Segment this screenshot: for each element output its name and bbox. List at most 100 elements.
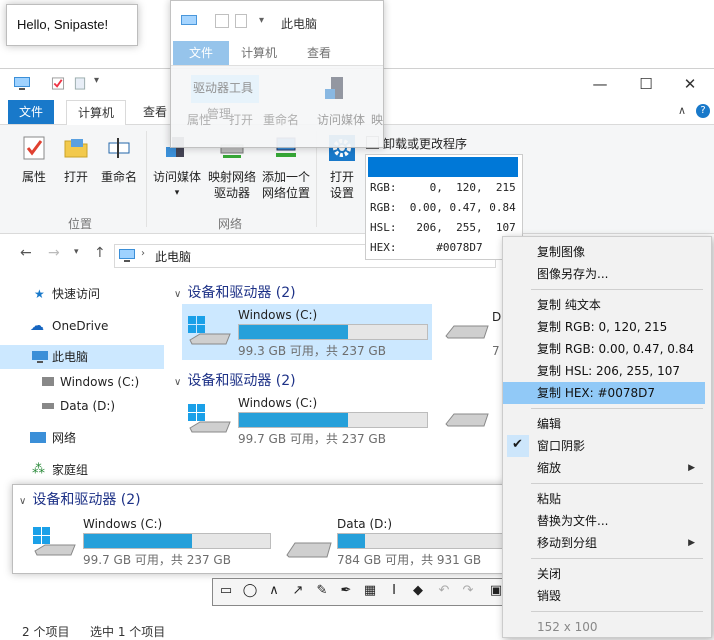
computer-icon — [14, 77, 30, 90]
menu-item-edit[interactable]: 编辑 — [503, 413, 705, 435]
open-label: 打开 — [63, 170, 88, 184]
drive-tile-windows-c-2[interactable]: Windows (C:) 99.7 GB 可用，共 237 GB — [182, 392, 432, 448]
mosaic-tool-icon[interactable]: ▦ — [359, 581, 381, 601]
drive-tile-data-d-partial[interactable] — [444, 318, 490, 345]
group-header-devices[interactable]: ∨ 设备和驱动器 (2) — [174, 282, 296, 302]
nav-label: 此电脑 — [52, 350, 89, 364]
nav-item-windows-c[interactable]: Windows (C:) — [0, 370, 164, 394]
drive-size-text: 784 GB 可用，共 931 GB — [337, 553, 482, 567]
arrow-tool-icon[interactable]: ↗ — [287, 581, 309, 601]
rectangle-tool-icon[interactable]: ▭ — [215, 581, 237, 601]
drive-usage-fill — [239, 413, 349, 427]
ellipse-tool-icon[interactable]: ◯ — [239, 581, 261, 601]
add-location-label-2: 网络位置 — [261, 186, 310, 200]
tab-file[interactable]: 文件 — [8, 100, 55, 124]
open-settings-label-1: 打开 — [329, 170, 354, 184]
breadcrumb-chevron-icon[interactable]: › — [141, 248, 145, 259]
rename-button[interactable]: 重命名 — [98, 135, 140, 185]
drive-icon — [445, 325, 489, 339]
windows-drive-icon — [188, 404, 231, 433]
menu-item-zoom[interactable]: 缩放 ▶ — [503, 457, 705, 479]
menu-item-copy-image[interactable]: 复制图像 — [503, 241, 705, 263]
menu-item-paste[interactable]: 粘贴 — [503, 488, 705, 510]
help-icon[interactable]: ? — [696, 104, 710, 118]
add-location-label-1: 添加一个 — [261, 170, 310, 184]
menu-item-move-to-group[interactable]: 移动到分组 ▶ — [503, 532, 705, 554]
windows-drive-icon — [33, 527, 76, 556]
properties-button[interactable]: 属性 — [14, 135, 54, 185]
forward-arrow-icon[interactable]: → — [48, 245, 60, 261]
group-label-location: 位置 — [67, 217, 92, 231]
marker-tool-icon[interactable]: ✒ — [335, 581, 357, 601]
pencil-tool-icon[interactable]: ✎ — [311, 581, 333, 601]
status-item-count: 2 个项目 — [22, 625, 70, 639]
dropdown-icon: ▾ — [259, 15, 265, 26]
drive-icon — [286, 542, 332, 558]
polyline-tool-icon[interactable]: ∧ — [263, 581, 285, 601]
properties-quick-icon[interactable] — [50, 77, 66, 90]
drive-size-text: 99.7 GB 可用，共 237 GB — [83, 553, 231, 567]
menu-item-save-image-as[interactable]: 图像另存为... — [503, 263, 705, 285]
menu-item-destroy[interactable]: 销毁 — [503, 585, 705, 607]
snip-tab-view: 查看 — [307, 46, 332, 60]
map-drive-label-2: 驱动器 — [213, 186, 250, 200]
menu-size-readout: 152 x 100 — [537, 620, 598, 634]
menu-item-move-to-group-label: 移动到分组 — [537, 536, 598, 550]
text-tool-icon[interactable]: I — [383, 581, 405, 601]
menu-item-replace-with-file[interactable]: 替换为文件... — [503, 510, 705, 532]
snip-hello-text: Hello, Snipaste! — [17, 17, 109, 32]
snip-hello[interactable]: Hello, Snipaste! — [6, 4, 138, 46]
group-header-devices-2[interactable]: ∨ 设备和驱动器 (2) — [174, 370, 296, 390]
drive-name: Windows (C:) — [83, 517, 163, 531]
snip-explorer-ribbon[interactable]: ▾ 此电脑 文件 计算机 查看 驱动器工具 管理 属性 打开 重命名 访问媒体 … — [170, 0, 384, 148]
snip-ribbon-tabs: 文件 计算机 查看 — [171, 41, 383, 66]
drive-usage-bar — [337, 533, 507, 549]
menu-item-close[interactable]: 关闭 — [503, 563, 705, 585]
recent-dropdown-icon[interactable]: ▾ — [74, 247, 79, 257]
drive-size-partial: 7 — [492, 344, 500, 358]
nav-item-homegroup[interactable]: ⁂ 家庭组 — [0, 458, 164, 482]
breadcrumb-this-pc[interactable]: 此电脑 — [155, 248, 191, 265]
drive-size-text: 99.7 GB 可用，共 237 GB — [238, 432, 386, 446]
minimize-button[interactable]: — — [578, 73, 622, 95]
menu-item-window-shadow[interactable]: 窗口阴影 — [503, 435, 705, 457]
drive-tile-windows-c[interactable]: Windows (C:) 99.3 GB 可用，共 237 GB — [182, 304, 432, 360]
computer-icon — [32, 351, 48, 363]
color-swatch — [368, 157, 518, 177]
menu-separator — [531, 558, 703, 559]
undo-icon[interactable]: ↶ — [433, 581, 455, 601]
menu-item-copy-rgb-int[interactable]: 复制 RGB: 0, 120, 215 — [503, 316, 705, 338]
redo-icon[interactable]: ↷ — [457, 581, 479, 601]
nav-item-quick-access[interactable]: ★ 快速访问 — [0, 282, 164, 306]
cloud-icon: ☁ — [30, 318, 44, 334]
nav-item-network[interactable]: 网络 — [0, 426, 164, 450]
menu-item-copy-plain-text[interactable]: 复制 纯文本 — [503, 294, 705, 316]
drive-icon — [42, 403, 54, 409]
rename-label: 重命名 — [100, 170, 137, 184]
maximize-button[interactable]: ☐ — [624, 73, 668, 95]
nav-item-onedrive[interactable]: ☁ OneDrive — [0, 314, 164, 338]
eraser-tool-icon[interactable]: ◆ — [407, 581, 429, 601]
snip-tab-file: 文件 — [173, 41, 229, 65]
close-button[interactable]: ✕ — [668, 73, 712, 95]
ribbon-collapse-icon[interactable]: ∧ — [678, 104, 686, 117]
color-hex: HEX: #0078D7 — [370, 241, 483, 254]
menu-item-copy-hsl[interactable]: 复制 HSL: 206, 255, 107 — [503, 360, 705, 382]
open-button[interactable]: 打开 — [58, 135, 94, 185]
snip-devices-drives[interactable]: ∨ 设备和驱动器 (2) Windows (C:) 99.7 GB 可用，共 23… — [12, 484, 510, 574]
nav-item-this-pc[interactable]: 此电脑 — [0, 345, 164, 369]
up-arrow-icon[interactable]: ↑ — [94, 245, 106, 261]
menu-separator — [531, 483, 703, 484]
tab-computer[interactable]: 计算机 — [66, 100, 127, 126]
back-arrow-icon[interactable]: ← — [20, 245, 32, 261]
menu-separator — [531, 611, 703, 612]
nav-item-data-d[interactable]: Data (D:) — [0, 394, 164, 418]
properties-quick-icon — [215, 14, 229, 28]
menu-item-copy-hex[interactable]: 复制 HEX: #0078D7 — [503, 382, 705, 404]
drive-tile-data-d-partial-2[interactable] — [444, 406, 490, 433]
quick-access-dropdown-icon[interactable]: ▾ — [94, 75, 99, 86]
menu-item-copy-rgb-float[interactable]: 复制 RGB: 0.00, 0.47, 0.84 — [503, 338, 705, 360]
computer-icon — [181, 15, 197, 25]
new-folder-quick-icon[interactable] — [72, 77, 88, 90]
drive-icon — [42, 377, 54, 386]
